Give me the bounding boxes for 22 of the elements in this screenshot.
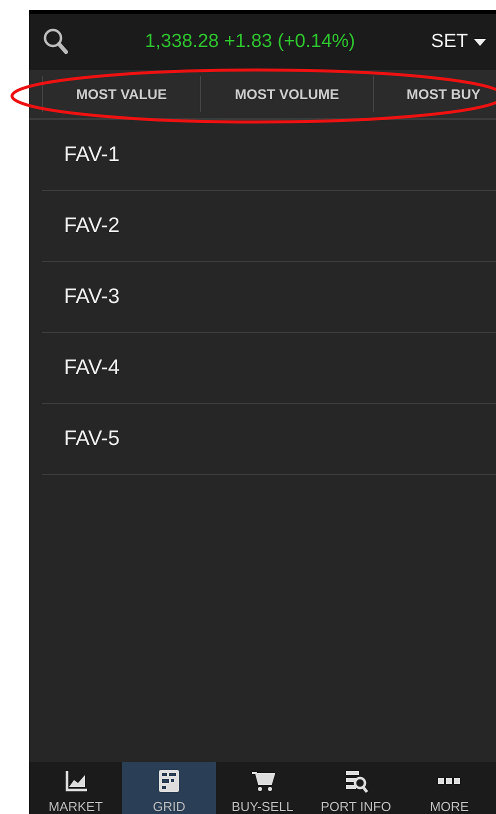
nav-tab[interactable]: BUY-SELL (216, 762, 310, 814)
favorite-list-item[interactable]: FAV-3 (42, 262, 496, 333)
favorite-list-item[interactable]: FAV-4 (42, 333, 496, 404)
nav-tab[interactable]: GRID (122, 762, 216, 814)
chart-icon (64, 769, 88, 793)
search-icon[interactable] (43, 28, 69, 56)
cart-icon (250, 769, 275, 793)
favorite-list-item[interactable]: FAV-1 (42, 120, 496, 191)
dots-icon (438, 778, 460, 784)
favorite-list-item[interactable]: FAV-2 (42, 191, 496, 262)
market-dropdown[interactable]: SET (431, 31, 486, 53)
favorite-list-item[interactable]: FAV-5 (42, 404, 496, 475)
tab[interactable]: MOST BUY (373, 76, 496, 112)
grid-icon (157, 769, 182, 793)
caret-icon (474, 38, 486, 46)
list-search-icon (344, 769, 368, 793)
index-quote: 1,338.28 +1.83 (+0.14%) (144, 31, 356, 53)
nav-tab[interactable]: MARKET (29, 762, 122, 814)
nav-tab[interactable]: PORT INFO (309, 762, 403, 814)
tab[interactable]: MOST VALUE (42, 76, 200, 112)
nav-tab[interactable]: MORE (402, 762, 496, 814)
tab[interactable]: MOST VOLUME (200, 76, 373, 112)
